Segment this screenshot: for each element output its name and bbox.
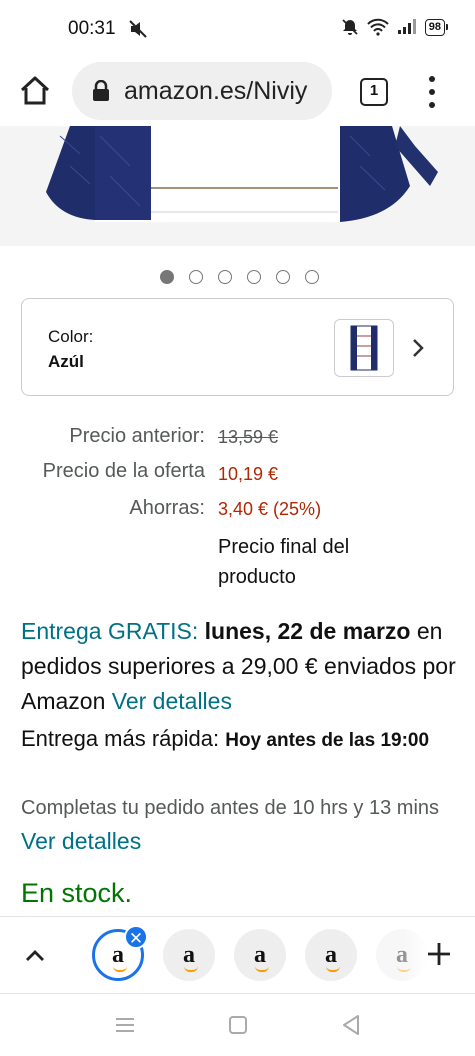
price-deal-value: 10,19 € — [218, 464, 279, 484]
final-price-note: Precio final del producto — [218, 536, 350, 588]
chevron-right-icon — [413, 339, 424, 357]
chevron-up-icon[interactable] — [22, 943, 48, 969]
wifi-icon — [367, 18, 389, 36]
overflow-menu-icon[interactable] — [422, 74, 442, 110]
free-delivery-date: lunes, 22 de marzo — [204, 618, 411, 644]
order-cutoff-text: Completas tu pedido antes de 10 hrs y 13… — [21, 797, 440, 819]
tab-strip: a ✕ a a a a — [0, 916, 475, 994]
tab-switcher-button[interactable]: 1 — [360, 78, 388, 106]
home-nav-icon[interactable] — [225, 1012, 251, 1038]
pagination-dot[interactable] — [305, 270, 319, 284]
price-savings-value: 3,40 € (25%) — [218, 499, 322, 519]
cutoff-details-link[interactable]: Ver detalles — [21, 828, 141, 854]
tab-thumbnail[interactable]: a — [163, 929, 215, 981]
pagination-dot[interactable] — [247, 270, 261, 284]
fast-delivery-label: Entrega más rápida: — [21, 726, 220, 751]
url-text: amazon.es/Niviy — [124, 76, 308, 105]
address-bar[interactable]: amazon.es/Niviy — [72, 62, 332, 120]
browser-toolbar: amazon.es/Niviy 1 — [0, 58, 475, 126]
mute-icon — [129, 20, 147, 38]
order-cutoff-info: Completas tu pedido antes de 10 hrs y 13… — [21, 792, 461, 860]
signal-icon — [397, 19, 416, 34]
plus-icon[interactable] — [424, 939, 454, 969]
pagination-dot-active[interactable] — [160, 270, 174, 284]
status-bar: 00:31 98 — [0, 0, 475, 58]
back-nav-icon[interactable] — [338, 1012, 364, 1038]
fast-delivery-date: Hoy antes de las 19:00 — [225, 730, 430, 751]
price-savings-label: Ahorras: — [129, 497, 205, 519]
amazon-logo-icon: a — [112, 942, 127, 972]
amazon-logo-icon: a — [325, 942, 340, 972]
pagination-dot[interactable] — [189, 270, 203, 284]
home-icon[interactable] — [18, 74, 52, 108]
system-nav-bar — [0, 994, 475, 1056]
battery-indicator: 98 — [424, 18, 449, 36]
color-value: Azúl — [48, 352, 84, 371]
color-selector[interactable]: Color: Azúl — [21, 298, 454, 396]
dnd-bell-icon — [342, 19, 358, 35]
tab-thumbnail[interactable]: a — [234, 929, 286, 981]
free-delivery-info: Entrega GRATIS: lunes, 22 de marzo en pe… — [21, 614, 461, 719]
fast-delivery-info: Entrega más rápida: Hoy antes de las 19:… — [21, 722, 461, 758]
stock-status: En stock. — [21, 878, 133, 908]
color-swatch-thumbnail[interactable] — [334, 319, 394, 377]
close-tab-icon[interactable]: ✕ — [124, 925, 148, 949]
pagination-dot[interactable] — [276, 270, 290, 284]
color-label: Color: — [48, 327, 94, 346]
price-previous-label: Precio anterior: — [69, 425, 205, 447]
tab-thumbnail[interactable]: a — [305, 929, 357, 981]
image-pagination — [160, 270, 319, 284]
recents-menu-icon[interactable] — [112, 1012, 138, 1038]
amazon-logo-icon: a — [254, 942, 269, 972]
status-time: 00:31 — [68, 18, 116, 39]
price-previous-value: 13,59 € — [218, 427, 279, 447]
lock-icon — [93, 80, 109, 101]
free-delivery-label: Entrega GRATIS: — [21, 618, 199, 644]
amazon-logo-icon: a — [183, 942, 198, 972]
product-image[interactable] — [0, 126, 475, 246]
delivery-details-link[interactable]: Ver detalles — [112, 688, 232, 714]
pagination-dot[interactable] — [218, 270, 232, 284]
price-deal-label: Precio de la oferta — [42, 460, 205, 482]
storage-bag-illustration — [0, 126, 475, 246]
